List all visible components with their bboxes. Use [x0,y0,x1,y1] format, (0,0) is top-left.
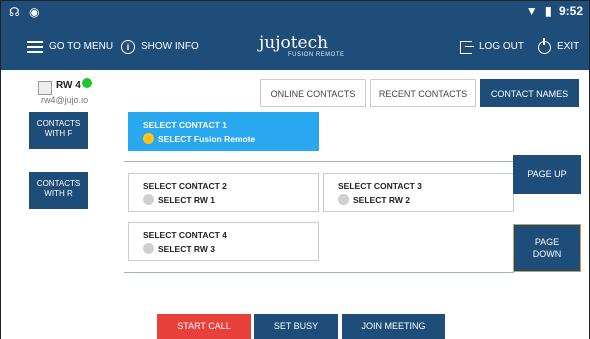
tab-contact-names[interactable]: CONTACT NAMES [480,79,579,107]
tab-online-contacts[interactable]: ONLINE CONTACTS [260,79,366,107]
show-info-button[interactable]: i SHOW INFO [121,38,199,56]
set-busy-button[interactable]: SET BUSY [254,314,338,339]
mic-icon: ☊ [9,5,20,19]
status-dot-icon [143,133,154,144]
power-icon [538,37,551,54]
contact-select: SELECT RW 1 [143,194,215,205]
avatar [38,81,52,95]
contacts-with-f-button[interactable]: CONTACTS WITH F [29,112,88,149]
contact-select: SELECT RW 3 [143,243,215,254]
exit-button[interactable]: EXIT [538,37,580,56]
brand-logo: jujotech [259,33,329,53]
contact-sub: SELECT RW 1 [158,194,215,205]
filter-label-line2: WITH R [44,189,73,198]
contact-sub: SELECT Fusion Remote [158,133,256,144]
log-out-button[interactable]: LOG OUT [460,38,524,56]
start-call-button[interactable]: START CALL [157,314,251,339]
status-left-icons: ☊ ◉ [9,5,46,19]
join-meeting-button[interactable]: JOIN MEETING [342,314,445,339]
logout-icon [460,40,474,54]
go-to-menu-label: GO TO MENU [49,41,114,52]
contact-sub: SELECT RW 3 [158,243,215,254]
show-info-label: SHOW INFO [141,41,199,52]
android-icon: ◉ [29,5,40,19]
brand-subtitle: FUSION REMOTE [288,52,345,58]
contact-title: SELECT CONTACT 1 [143,120,227,130]
app-header: GO TO MENU i SHOW INFO jujotech FUSION R… [1,23,589,70]
user-email: rw4@jujo.io [41,95,89,105]
online-status-icon [82,78,92,88]
contact-title: SELECT CONTACT 3 [338,181,422,191]
info-icon: i [121,40,135,54]
contact-sub: SELECT RW 2 [353,194,410,205]
divider [124,272,514,273]
wifi-icon: ▼ [525,4,538,18]
contact-card-1[interactable]: SELECT CONTACT 1 SELECT Fusion Remote [128,112,319,151]
status-dot-icon [143,194,154,205]
battery-icon: ▮ [545,4,552,18]
contact-card-3[interactable]: SELECT CONTACT 3 SELECT RW 2 [323,173,514,212]
menu-icon [27,41,43,53]
filter-label-line2: WITH F [44,129,73,138]
exit-label: EXIT [557,41,580,52]
page-up-button[interactable]: PAGE UP [513,155,581,194]
status-dot-icon [143,243,154,254]
user-name: RW 4 [56,80,81,91]
page-down-button[interactable]: PAGE DOWN [513,224,581,272]
page-down-line2: DOWN [532,249,562,259]
contact-select: SELECT Fusion Remote [143,133,255,144]
contact-title: SELECT CONTACT 2 [143,181,227,191]
contact-title: SELECT CONTACT 4 [143,230,227,240]
contact-card-4[interactable]: SELECT CONTACT 4 SELECT RW 3 [128,222,319,261]
go-to-menu-button[interactable]: GO TO MENU [27,38,113,56]
contacts-with-r-button[interactable]: CONTACTS WITH R [29,172,88,209]
status-dot-icon [338,194,349,205]
contact-card-2[interactable]: SELECT CONTACT 2 SELECT RW 1 [128,173,319,212]
status-bar: ☊ ◉ ▼ ▮ 9:52 [1,1,589,23]
log-out-label: LOG OUT [479,41,525,52]
page-down-line1: PAGE [534,237,560,247]
divider [124,161,514,162]
tab-recent-contacts[interactable]: RECENT CONTACTS [370,79,476,107]
contact-select: SELECT RW 2 [338,194,410,205]
status-time: 9:52 [558,4,583,18]
filter-label-line1: CONTACTS [36,119,81,128]
filter-label-line1: CONTACTS [36,179,81,188]
status-right: ▼ ▮ 9:52 [522,4,583,18]
